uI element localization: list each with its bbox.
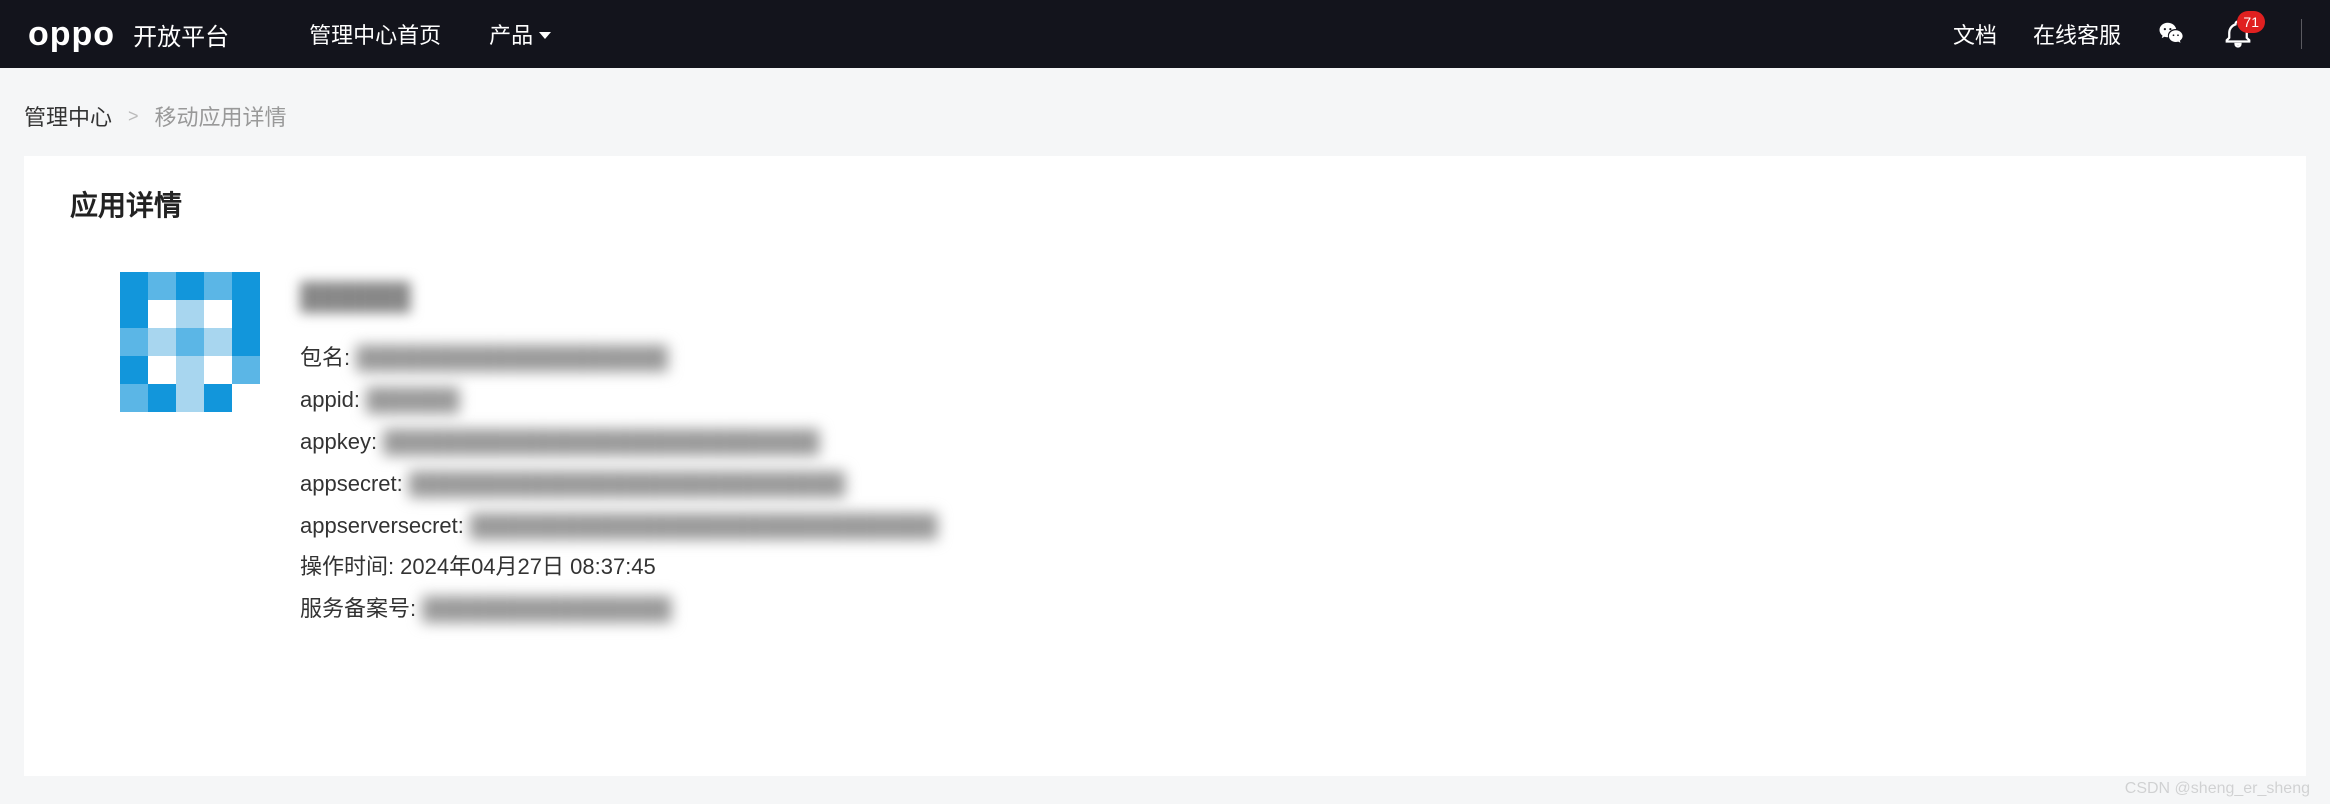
label-appserversecret: appserversecret: [300,505,464,547]
notification-bell[interactable]: 71 [2223,19,2253,49]
row-appsecret: appsecret: ████████████████████████████ [300,463,937,505]
nav-docs[interactable]: 文档 [1953,18,1997,50]
app-name: ██████ [300,272,937,321]
nav-right: 文档 在线客服 71 [1953,18,2302,50]
row-appkey: appkey: ████████████████████████████ [300,421,937,463]
nav-product[interactable]: 产品 [489,18,551,50]
value-appkey: ████████████████████████████ [383,421,819,463]
value-appsecret: ████████████████████████████ [409,463,845,505]
label-appid: appid: [300,379,360,421]
row-appserversecret: appserversecret: ███████████████████████… [300,505,937,547]
content-card: 应用详情 ██████ 包名: ████████████████████ app… [24,156,2306,776]
platform-name: 开放平台 [133,17,229,52]
label-optime: 操作时间: [300,546,394,588]
label-appsecret: appsecret: [300,463,403,505]
nav-home-label: 管理中心首页 [309,18,441,50]
value-filing: ████████████████ [422,588,671,630]
notification-badge: 71 [2237,11,2265,33]
nav-support-label: 在线客服 [2033,18,2121,50]
breadcrumb-root[interactable]: 管理中心 [24,100,112,132]
row-optime: 操作时间: 2024年04月27日 08:37:45 [300,546,937,588]
nav-left: 管理中心首页 产品 [309,18,551,50]
value-package: ████████████████████ [356,337,668,379]
chevron-down-icon [539,32,551,39]
label-filing: 服务备案号: [300,588,416,630]
vertical-divider [2301,19,2302,49]
app-icon [120,272,260,412]
label-package: 包名: [300,337,350,379]
row-appid: appid: ██████ [300,379,937,421]
brand-logo: oppo [28,15,115,54]
nav-support[interactable]: 在线客服 [2033,18,2121,50]
breadcrumb: 管理中心 > 移动应用详情 [0,68,2330,156]
value-appserversecret: ██████████████████████████████ [470,505,938,547]
nav-docs-label: 文档 [1953,18,1997,50]
value-optime: 2024年04月27日 08:37:45 [400,546,656,588]
top-navbar: oppo 开放平台 管理中心首页 产品 文档 在线客服 71 [0,0,2330,68]
breadcrumb-current: 移动应用详情 [155,100,287,132]
breadcrumb-separator: > [128,106,139,127]
watermark: CSDN @sheng_er_sheng [2125,780,2310,798]
label-appkey: appkey: [300,421,377,463]
logo-group[interactable]: oppo 开放平台 [28,15,229,54]
app-info: ██████ 包名: ████████████████████ appid: █… [300,272,937,630]
nav-home[interactable]: 管理中心首页 [309,18,441,50]
nav-product-label: 产品 [489,18,533,50]
row-package: 包名: ████████████████████ [300,337,937,379]
wechat-icon[interactable] [2157,19,2187,49]
row-filing: 服务备案号: ████████████████ [300,588,937,630]
app-detail-section: ██████ 包名: ████████████████████ appid: █… [120,272,2260,630]
value-appid: ██████ [366,379,460,421]
page-title: 应用详情 [70,184,2260,224]
